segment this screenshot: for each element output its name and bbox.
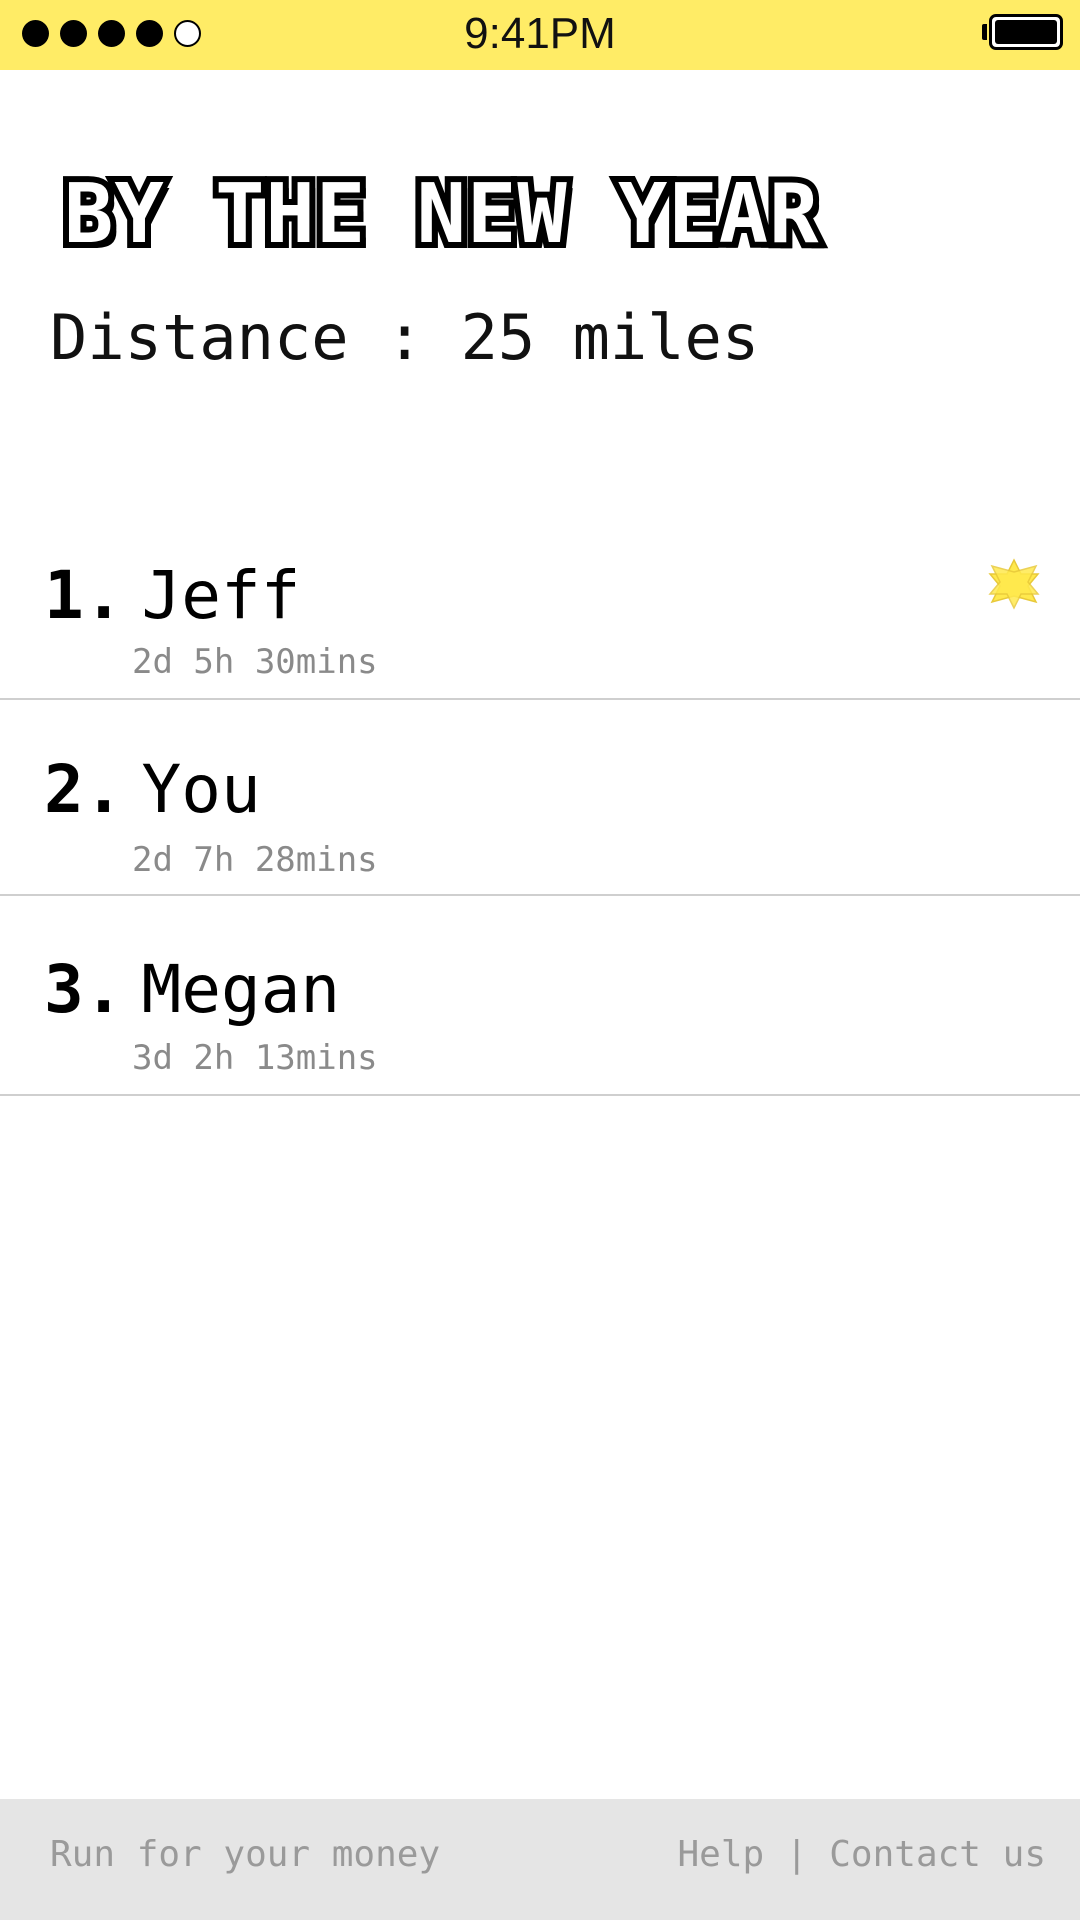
runner-time: 2d 7h 28mins [132,840,378,880]
footer: Run for your money Help | Contact us [0,1799,1080,1920]
distance-label: Distance : 25 miles [50,301,760,374]
runner-time: 3d 2h 13mins [132,1038,378,1078]
rank-name: 3. Megan [44,952,340,1028]
leaderboard-row[interactable]: 3. Megan 3d 2h 13mins [0,896,1080,1096]
battery-icon [989,14,1063,50]
footer-links: Help | Contact us [677,1833,1046,1877]
runner-name: Jeff [141,557,301,634]
footer-tagline: Run for your money [50,1834,441,1875]
leaderboard-row[interactable]: 2. You 2d 7h 28mins [0,700,1080,896]
runner-name: Megan [141,951,341,1028]
leaderboard-row[interactable]: 1. Jeff 2d 5h 30mins [0,530,1080,700]
help-link[interactable]: Help [677,1834,764,1875]
battery-terminal [982,24,987,40]
status-time: 9:41PM [464,9,616,58]
rank-number: 3. [44,951,124,1028]
runner-name: You [141,751,261,828]
battery-fill [995,20,1057,44]
rank-name: 2. You [44,752,261,828]
runner-time: 2d 5h 30mins [132,642,378,682]
page-title: BY THE NEW YEAR [58,164,825,266]
rank-number: 1. [44,557,124,634]
star-icon [988,558,1040,610]
contact-us-link[interactable]: Contact us [829,1834,1046,1875]
status-bar: 9:41PM [0,0,1080,70]
rank-name: 1. Jeff [44,558,300,634]
footer-separator: | [785,1834,808,1875]
rank-number: 2. [44,751,124,828]
